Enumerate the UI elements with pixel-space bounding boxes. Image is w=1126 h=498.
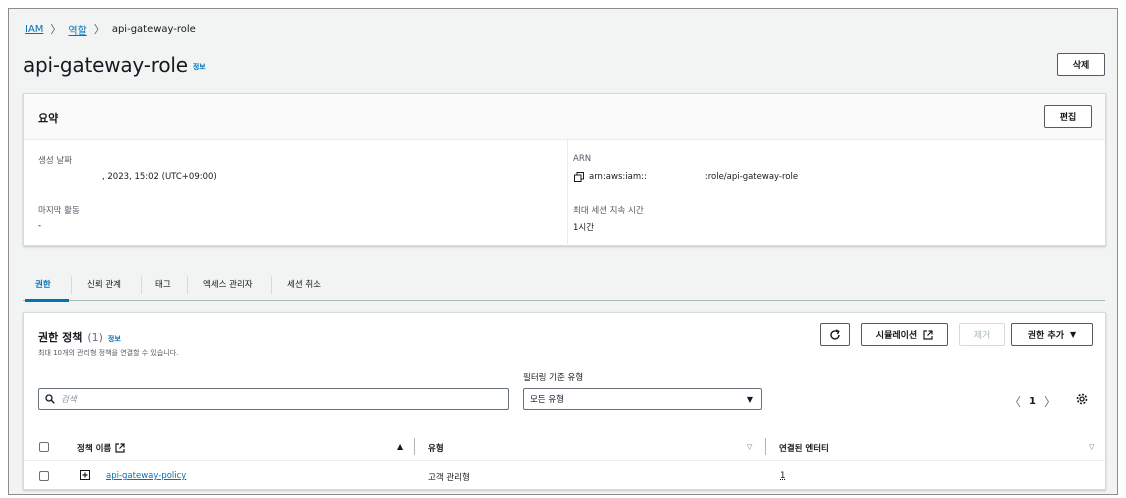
chevron-right-icon: 〉 — [93, 23, 105, 36]
column-divider — [765, 438, 766, 455]
policies-card: 권한 정책 (1) 정보 최대 10개의 관리형 정책을 연결할 수 있습니다.… — [23, 312, 1106, 490]
tab-tags[interactable]: 태그 — [145, 267, 181, 301]
breadcrumb-current: api-gateway-role — [111, 23, 196, 35]
caret-down-icon: ▼ — [746, 394, 753, 404]
edit-button[interactable]: 편집 — [1044, 105, 1092, 128]
tab-trust-relationships[interactable]: 신뢰 관계 — [77, 267, 131, 301]
tab-bar: 권한 신뢰 관계 태그 엑세스 관리자 세션 취소 — [23, 267, 1105, 302]
expand-icon[interactable] — [80, 470, 90, 480]
max-session-value: 1시간 — [573, 223, 595, 233]
policies-description: 최대 10개의 관리형 정책을 연결할 수 있습니다. — [38, 349, 179, 357]
sort-icon[interactable]: ▽ — [747, 443, 752, 451]
column-type[interactable]: 유형 — [428, 442, 444, 454]
filter-type-label: 필터링 기준 유형 — [523, 373, 584, 383]
chevron-right-icon: 〉 — [50, 23, 62, 36]
info-link[interactable]: 정보 — [108, 334, 121, 344]
policy-type: 고객 관리형 — [428, 473, 470, 483]
column-divider — [567, 140, 568, 246]
delete-button[interactable]: 삭제 — [1057, 53, 1105, 76]
refresh-icon — [830, 328, 840, 340]
filter-type-value: 모든 유형 — [530, 395, 564, 405]
tab-permissions[interactable]: 권한 — [25, 267, 61, 301]
max-session-label: 최대 세션 지속 시간 — [573, 206, 644, 216]
arn-suffix: :role/api-gateway-role — [704, 172, 799, 182]
column-policy-name-label: 정책 이름 — [77, 444, 112, 454]
console-frame: IAM 〉 역할 〉 api-gateway-role api-gateway-… — [8, 8, 1118, 495]
simulate-label: 시뮬레이션 — [875, 331, 918, 341]
arn-row: arn:aws:iam:: :role/api-gateway-role — [574, 172, 798, 182]
tab-divider — [187, 276, 188, 294]
pagination: 〈 1 〉 — [1009, 393, 1056, 410]
select-all-checkbox[interactable] — [39, 442, 49, 452]
policies-heading: 권한 정책 — [38, 331, 83, 344]
breadcrumb-iam-link[interactable]: IAM — [25, 24, 43, 35]
column-divider — [414, 438, 415, 455]
info-link[interactable]: 정보 — [193, 63, 206, 71]
caret-down-icon: ▼ — [1070, 330, 1077, 339]
last-activity-label: 마지막 활동 — [38, 206, 80, 216]
created-value: , 2023, 15:02 (UTC+09:00) — [102, 172, 217, 182]
simulate-button[interactable]: 시뮬레이션 — [861, 323, 948, 346]
external-link-icon — [923, 329, 933, 340]
breadcrumb-roles-link[interactable]: 역할 — [68, 22, 86, 37]
tab-divider — [141, 276, 142, 294]
policies-count: (1) — [87, 331, 103, 344]
tab-access-advisor[interactable]: 엑세스 관리자 — [193, 267, 263, 301]
table-row: api-gateway-policy 고객 관리형 1 — [24, 462, 1105, 490]
sort-ascending-icon[interactable]: ▲ — [397, 442, 403, 451]
attached-entities-count[interactable]: 1 — [780, 471, 785, 481]
page-number[interactable]: 1 — [1029, 396, 1036, 407]
remove-button[interactable]: 제거 — [959, 323, 1005, 346]
arn-prefix: arn:aws:iam:: — [589, 172, 647, 182]
active-tab-indicator — [25, 299, 69, 302]
policy-name-link[interactable]: api-gateway-policy — [106, 471, 186, 481]
tab-revoke-sessions[interactable]: 세션 취소 — [277, 267, 331, 301]
search-input[interactable]: 검색 — [38, 388, 509, 410]
summary-heading: 요약 — [38, 112, 59, 125]
policies-heading-row: 권한 정책 (1) 정보 — [38, 329, 121, 345]
created-label: 생성 날짜 — [38, 156, 72, 166]
previous-page-icon[interactable]: 〈 — [1009, 393, 1021, 410]
refresh-button[interactable] — [820, 323, 850, 346]
page-header: api-gateway-role 정보 — [23, 53, 206, 77]
filter-type-select[interactable]: 모든 유형 ▼ — [523, 388, 762, 410]
next-page-icon[interactable]: 〉 — [1044, 393, 1056, 410]
external-link-icon — [115, 443, 125, 453]
search-icon — [45, 394, 55, 404]
settings-icon[interactable] — [1076, 393, 1088, 405]
summary-header: 요약 편집 — [24, 94, 1105, 140]
page-title: api-gateway-role — [23, 53, 188, 77]
table-header: 정책 이름 ▲ 유형 ▽ 연결된 엔터티 ▽ — [24, 431, 1105, 461]
tab-divider — [271, 276, 272, 294]
breadcrumb: IAM 〉 역할 〉 api-gateway-role — [25, 21, 196, 37]
add-permissions-button[interactable]: 권한 추가 ▼ — [1011, 323, 1093, 346]
search-placeholder: 검색 — [61, 395, 77, 405]
last-activity-value: - — [38, 221, 42, 231]
column-policy-name[interactable]: 정책 이름 — [77, 442, 125, 454]
arn-label: ARN — [573, 154, 592, 164]
summary-card: 요약 편집 생성 날짜 , 2023, 15:02 (UTC+09:00) 마지… — [23, 93, 1106, 246]
column-attached-entities[interactable]: 연결된 엔터티 — [779, 442, 829, 454]
row-checkbox[interactable] — [39, 471, 49, 481]
tab-divider — [71, 276, 72, 294]
copy-icon[interactable] — [574, 172, 584, 182]
sort-icon[interactable]: ▽ — [1089, 443, 1094, 451]
add-permissions-label: 권한 추가 — [1027, 331, 1065, 341]
